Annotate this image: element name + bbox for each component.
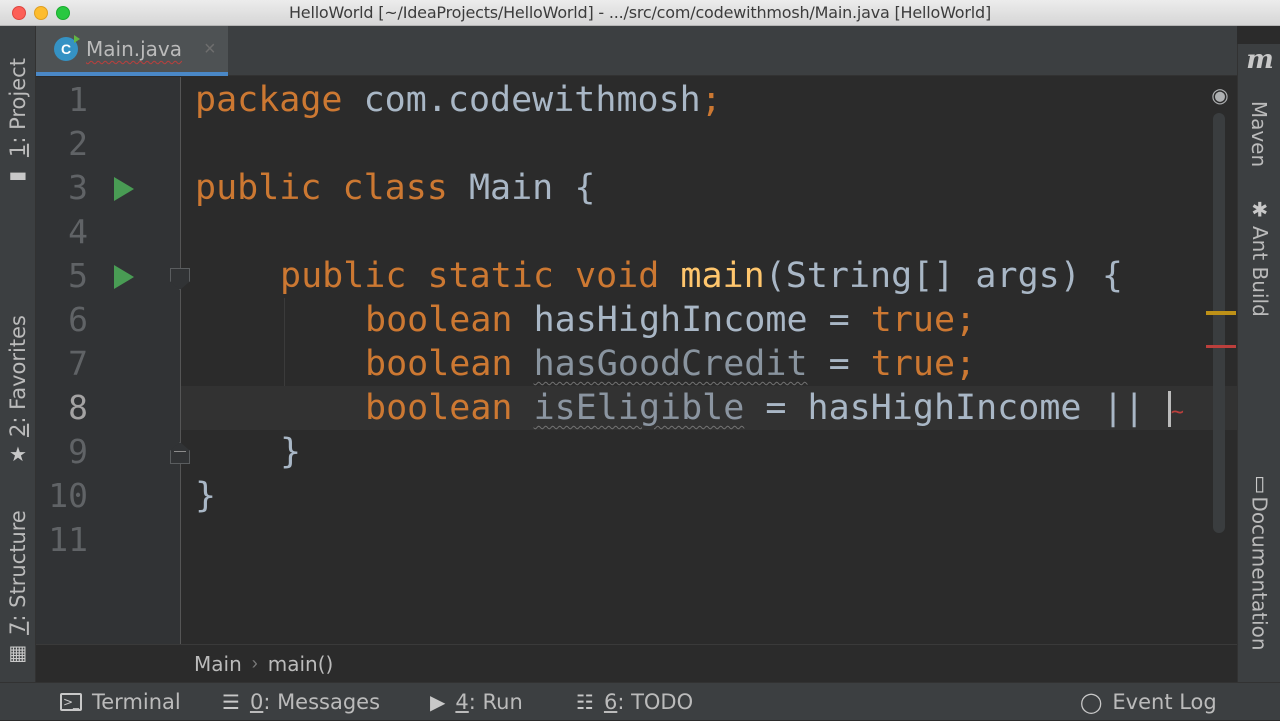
breadcrumb-separator: › bbox=[251, 653, 258, 673]
line-number: 10 bbox=[48, 476, 88, 515]
todo-list-icon: ☷ bbox=[576, 690, 594, 714]
tool-tab-event-log[interactable]: ◯ Event Log bbox=[1080, 683, 1217, 721]
tool-tab-terminal-label: Terminal bbox=[92, 690, 181, 714]
line-number: 5 bbox=[68, 256, 88, 295]
tool-tab-messages[interactable]: ☰ 0: Messages bbox=[222, 683, 380, 721]
line-number: 11 bbox=[48, 520, 88, 559]
document-icon: ▯ bbox=[1254, 470, 1266, 495]
breadcrumb-item-main[interactable]: Main bbox=[194, 652, 242, 676]
editor-gutter: 1 2 3 4 5 6 7 8 9 10 11 bbox=[36, 77, 190, 644]
tool-tab-run[interactable]: ▶ 4: Run bbox=[430, 683, 523, 721]
line-number: 2 bbox=[68, 124, 88, 163]
event-log-icon: ◯ bbox=[1080, 690, 1103, 714]
code-line-7: boolean hasGoodCredit = true; bbox=[365, 344, 977, 384]
tool-tab-structure[interactable]: ▦ 7: Structure bbox=[0, 496, 36, 676]
line-number: 6 bbox=[68, 300, 88, 339]
code-line-9: } bbox=[280, 432, 302, 472]
code-editor[interactable]: 1 2 3 4 5 6 7 8 9 10 11 package com.code… bbox=[36, 77, 1237, 644]
tool-tab-maven[interactable]: Maven bbox=[1238, 74, 1280, 194]
error-marker[interactable] bbox=[1206, 345, 1236, 348]
java-class-icon: C bbox=[54, 35, 80, 61]
tool-tab-project-label: 1: Project bbox=[6, 58, 31, 158]
bottom-tool-bar: >_ Terminal ☰ 0: Messages ▶ 4: Run ☷ 6: … bbox=[0, 682, 1280, 720]
code-line-6: boolean hasHighIncome = true; bbox=[365, 300, 977, 340]
code-line-3: public class Main { bbox=[195, 168, 596, 208]
vertical-scrollbar[interactable] bbox=[1213, 113, 1225, 533]
window-controls bbox=[12, 6, 70, 20]
code-line-5: public static void main(String[] args) { bbox=[280, 256, 1123, 296]
tool-tab-favorites[interactable]: ★ 2: Favorites bbox=[0, 294, 36, 484]
tool-tab-ant-build[interactable]: ✱ Ant Build bbox=[1238, 189, 1280, 329]
run-class-icon[interactable] bbox=[114, 177, 134, 201]
line-number: 7 bbox=[68, 344, 88, 383]
title-bar: HelloWorld [~/IdeaProjects/HelloWorld] -… bbox=[0, 0, 1280, 26]
run-icon: ▶ bbox=[430, 690, 446, 714]
tool-tab-run-label: 4: Run bbox=[455, 690, 523, 714]
terminal-icon: >_ bbox=[60, 693, 82, 711]
tool-tab-documentation-label: Documentation bbox=[1247, 496, 1272, 651]
line-number: 3 bbox=[68, 168, 88, 207]
maximize-window-button[interactable] bbox=[56, 6, 70, 20]
tool-tab-ant-build-label: Ant Build bbox=[1247, 226, 1272, 317]
star-icon: ★ bbox=[9, 441, 27, 466]
tool-tab-favorites-label: 2: Favorites bbox=[6, 315, 31, 438]
left-tool-strip: ▬ 1: Project ★ 2: Favorites ▦ 7: Structu… bbox=[0, 26, 36, 682]
tool-tab-messages-label: 0: Messages bbox=[249, 690, 381, 714]
code-line-8: boolean isEligible = hasHighIncome || ~ bbox=[365, 388, 1184, 428]
tool-tab-todo[interactable]: ☷ 6: TODO bbox=[576, 683, 693, 721]
line-number: 8 bbox=[68, 388, 88, 427]
tab-main-java[interactable]: C Main.java × bbox=[36, 26, 228, 76]
tool-tab-project[interactable]: ▬ 1: Project bbox=[0, 46, 36, 196]
breadcrumb-item-main-method[interactable]: main() bbox=[268, 652, 334, 676]
tab-file-name: Main.java bbox=[86, 37, 183, 61]
tool-tab-maven-label: Maven bbox=[1247, 100, 1272, 168]
tool-tab-documentation[interactable]: ▯ Documentation bbox=[1238, 464, 1280, 664]
window-title: HelloWorld [~/IdeaProjects/HelloWorld] -… bbox=[288, 3, 992, 22]
unused-variable: hasGoodCredit bbox=[533, 344, 808, 384]
structure-icon: ▦ bbox=[8, 640, 28, 665]
minimize-window-button[interactable] bbox=[34, 6, 48, 20]
folder-icon: ▬ bbox=[8, 162, 28, 187]
run-main-icon[interactable] bbox=[114, 265, 134, 289]
code-line-10: } bbox=[195, 476, 217, 516]
indent-guide bbox=[284, 298, 285, 386]
breadcrumb: Main › main() bbox=[36, 644, 1237, 682]
ant-icon: ✱ bbox=[1251, 197, 1268, 222]
eye-icon[interactable]: ◉ bbox=[1208, 83, 1232, 107]
unused-variable: isEligible bbox=[533, 388, 745, 428]
close-window-button[interactable] bbox=[12, 6, 26, 20]
tool-tab-structure-label: 7: Structure bbox=[6, 510, 31, 635]
close-tab-icon[interactable]: × bbox=[204, 38, 216, 61]
tool-tab-terminal[interactable]: >_ Terminal bbox=[60, 683, 181, 721]
messages-icon: ☰ bbox=[222, 690, 240, 714]
line-number: 1 bbox=[68, 80, 88, 119]
warning-marker[interactable] bbox=[1206, 311, 1236, 315]
editor-tab-bar: C Main.java × bbox=[36, 26, 1237, 76]
error-squiggle-icon: ~ bbox=[1170, 400, 1184, 425]
code-line-1: package com.codewithmosh; bbox=[195, 80, 722, 120]
tool-tab-todo-label: 6: TODO bbox=[603, 690, 694, 714]
maven-icon[interactable]: m bbox=[1240, 44, 1280, 76]
tool-tab-event-log-label: Event Log bbox=[1112, 690, 1217, 714]
line-number: 9 bbox=[68, 432, 88, 471]
code-area[interactable]: package com.codewithmosh; public class M… bbox=[182, 77, 1237, 644]
line-number: 4 bbox=[68, 212, 88, 251]
right-tool-strip: Maven ✱ Ant Build ▯ Documentation bbox=[1237, 44, 1280, 682]
